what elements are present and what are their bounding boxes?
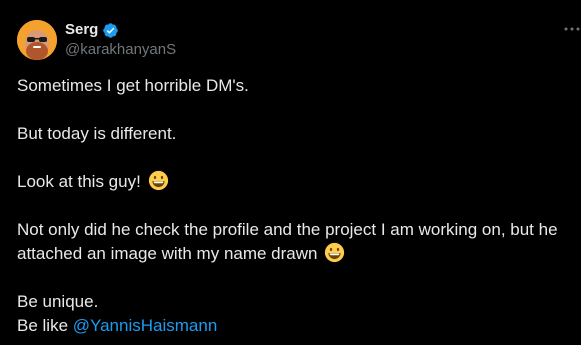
author-display-name[interactable]: Serg <box>65 20 98 40</box>
tweet-line: Be like @YannisHaismann <box>17 314 579 338</box>
more-options-icon[interactable] <box>563 22 581 36</box>
tweet: Serg @karakhanyanS Sometimes I get horri… <box>0 0 581 345</box>
grinning-face-emoji-icon <box>325 242 345 263</box>
avatar-photo <box>17 20 57 60</box>
tweet-line: Be unique. <box>17 292 99 311</box>
tweet-line: But today is different. <box>17 124 177 143</box>
tweet-line: Look at this guy! <box>17 170 579 194</box>
tweet-line-text: Look at this guy! <box>17 172 141 191</box>
tweet-line-text: Be like <box>17 316 69 335</box>
grinning-face-emoji-icon <box>148 170 168 191</box>
tweet-line-text: attached an image with my name drawn <box>17 244 318 263</box>
mention-link[interactable]: @YannisHaismann <box>73 316 218 335</box>
tweet-line: Not only did he check the profile and th… <box>17 220 558 239</box>
avatar[interactable] <box>17 20 57 60</box>
author-handle[interactable]: @karakhanyanS <box>65 40 176 60</box>
tweet-line: Sometimes I get horrible DM's. <box>17 76 249 95</box>
tweet-line: attached an image with my name drawn <box>17 242 579 266</box>
verified-badge-icon <box>103 23 118 38</box>
tweet-text: Sometimes I get horrible DM's. But today… <box>17 74 579 338</box>
